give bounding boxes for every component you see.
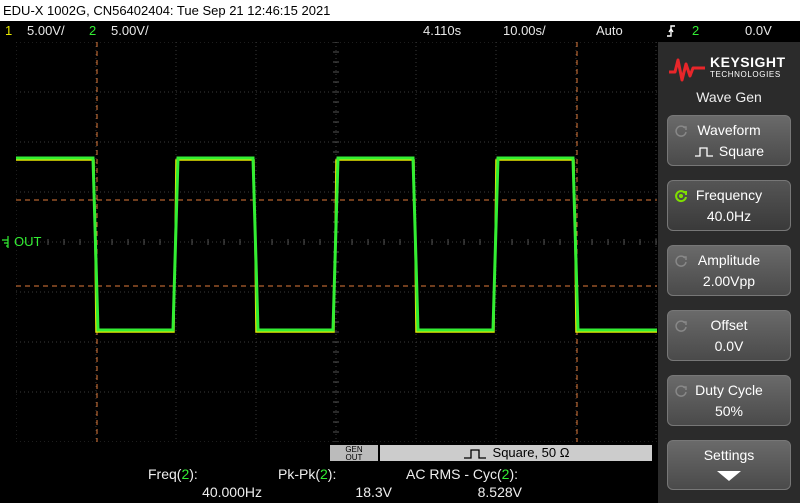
brand-subtitle: TECHNOLOGIES: [710, 70, 781, 79]
waveform-button[interactable]: Waveform Square: [667, 115, 791, 166]
square-wave-icon: [463, 448, 486, 459]
measurement-frequency[interactable]: Freq(2): 40.000Hz: [140, 464, 270, 503]
amplitude-button[interactable]: Amplitude 2.00Vpp: [667, 245, 791, 296]
menu-title: Wave Gen: [696, 89, 762, 105]
measurement-pk-pk-value: 18.3V: [355, 484, 392, 500]
wavegen-info-text: Square, 50 Ω: [492, 445, 570, 460]
keysight-logo: KEYSIGHT TECHNOLOGIES: [668, 52, 793, 84]
gen-out-label: GEN OUT: [330, 445, 378, 462]
keysight-wave-icon: [669, 58, 705, 82]
measurement-ac-rms-value: 8.528V: [477, 484, 522, 500]
ch1-number[interactable]: 1: [5, 21, 12, 41]
measurement-ac-rms[interactable]: AC RMS - Cyc(2): 8.528V: [398, 464, 530, 503]
ch1-scale[interactable]: 5.00V/: [27, 21, 65, 41]
arrow-down-icon: [717, 471, 741, 481]
frequency-button[interactable]: Frequency 40.0Hz: [667, 180, 791, 231]
trigger-channel[interactable]: 2: [692, 21, 699, 41]
measurement-frequency-value: 40.000Hz: [202, 484, 262, 500]
measurement-pk-pk[interactable]: Pk-Pk(2): 18.3V: [270, 464, 400, 503]
offset-button[interactable]: Offset 0.0V: [667, 310, 791, 361]
square-wave-icon: [694, 147, 713, 157]
ch2-scale[interactable]: 5.00V/: [111, 21, 149, 41]
settings-button[interactable]: Settings: [667, 440, 791, 490]
trigger-mode[interactable]: Auto: [596, 21, 623, 41]
waveform-display[interactable]: [15, 41, 657, 443]
ground-marker[interactable]: OUT: [0, 234, 60, 250]
brand-name: KEYSIGHT: [710, 54, 786, 70]
trigger-edge-icon: [664, 24, 678, 44]
status-bar: 1 5.00V/ 2 5.00V/ 4.110s 10.00s/ Auto 2 …: [0, 21, 800, 41]
wavegen-info[interactable]: Square, 50 Ω: [380, 445, 652, 461]
softkey-sidebar: KEYSIGHT TECHNOLOGIES Wave Gen Waveform …: [658, 42, 800, 503]
duty-cycle-button[interactable]: Duty Cycle 50%: [667, 375, 791, 426]
ch2-number[interactable]: 2: [89, 21, 96, 41]
timebase[interactable]: 10.00s/: [503, 21, 546, 41]
ground-label: OUT: [14, 234, 42, 249]
trigger-level[interactable]: 0.0V: [745, 21, 772, 41]
window-title: EDU-X 1002G, CN56402404: Tue Sep 21 12:4…: [0, 0, 800, 21]
horizontal-delay[interactable]: 4.110s: [423, 21, 461, 41]
